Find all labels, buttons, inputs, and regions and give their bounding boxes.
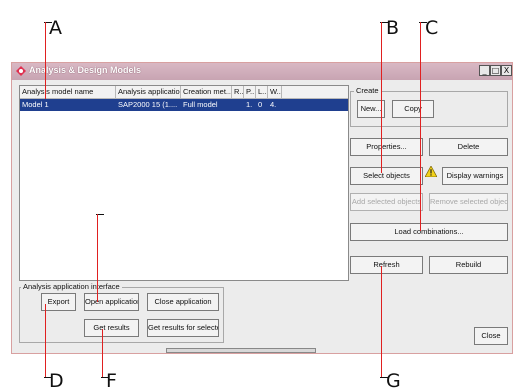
get-results-button[interactable]: Get results <box>84 319 139 337</box>
minimize-button[interactable]: _ <box>479 65 490 76</box>
close-dialog-button[interactable]: Close <box>474 327 508 345</box>
open-application-button[interactable]: Open application <box>84 293 139 311</box>
callout-g: G <box>386 370 401 392</box>
column-header-l[interactable]: L.. <box>256 86 268 98</box>
properties-button[interactable]: Properties... <box>350 138 423 156</box>
column-header-application[interactable]: Analysis application <box>116 86 181 98</box>
analysis-models-table[interactable]: Analysis model name Analysis application… <box>19 85 349 281</box>
create-group-label: Create <box>354 86 381 95</box>
callout-d: D <box>49 370 64 392</box>
export-button[interactable]: Export <box>41 293 76 311</box>
cell-w: 4. <box>270 100 277 109</box>
table-header: Analysis model name Analysis application… <box>20 86 348 99</box>
cell-creation-method: Full model <box>183 100 218 109</box>
copy-button[interactable]: Copy <box>392 100 434 118</box>
remove-selected-objects-button[interactable]: Remove selected objects <box>429 193 508 211</box>
callout-d-stub <box>44 377 52 378</box>
refresh-button[interactable]: Refresh <box>350 256 423 274</box>
get-results-for-selected-button[interactable]: Get results for selected <box>147 319 219 337</box>
cell-application: SAP2000 15 (1.... <box>118 100 178 109</box>
rebuild-button[interactable]: Rebuild <box>429 256 508 274</box>
cell-r <box>232 99 244 111</box>
column-header-creation-method[interactable]: Creation met... <box>181 86 232 98</box>
analysis-design-models-window: Analysis & Design Models _ □ X Analysis … <box>11 62 513 354</box>
close-window-button[interactable]: X <box>501 65 512 76</box>
column-header-r[interactable]: R.. <box>232 86 244 98</box>
callout-f-leader <box>102 329 103 377</box>
callout-d-leader <box>45 304 46 377</box>
column-header-w[interactable]: W.. <box>268 86 282 98</box>
cell-p: 1. <box>246 100 253 109</box>
display-warnings-button[interactable]: Display warnings <box>442 167 508 185</box>
callout-f-stub <box>101 377 109 378</box>
add-selected-objects-button[interactable]: Add selected objects <box>350 193 423 211</box>
title-bar[interactable]: Analysis & Design Models _ □ X <box>12 63 512 80</box>
select-objects-button[interactable]: Select objects <box>350 167 423 185</box>
callout-e-leader <box>97 214 98 302</box>
column-header-name[interactable]: Analysis model name <box>20 86 116 98</box>
callout-b-leader <box>381 22 382 173</box>
restore-button[interactable]: □ <box>490 65 501 76</box>
cell-model-name: Model 1 <box>22 100 49 109</box>
callout-a-leader <box>45 22 46 99</box>
callout-g-leader <box>381 266 382 377</box>
delete-button[interactable]: Delete <box>429 138 508 156</box>
callout-f: F <box>106 370 117 392</box>
close-application-button[interactable]: Close application <box>147 293 219 311</box>
callout-g-stub <box>380 377 388 378</box>
interface-group-label: Analysis application interface <box>21 282 122 291</box>
load-combinations-button[interactable]: Load combinations... <box>350 223 508 241</box>
callout-c-leader <box>420 22 421 231</box>
app-logo-icon <box>16 66 26 76</box>
column-header-p[interactable]: P.. <box>244 86 256 98</box>
warning-icon <box>425 166 437 177</box>
table-row[interactable]: Model 1 SAP2000 15 (1.... Full model 1. … <box>20 99 348 111</box>
status-strip <box>166 348 316 353</box>
cell-l: 0 <box>258 100 263 109</box>
